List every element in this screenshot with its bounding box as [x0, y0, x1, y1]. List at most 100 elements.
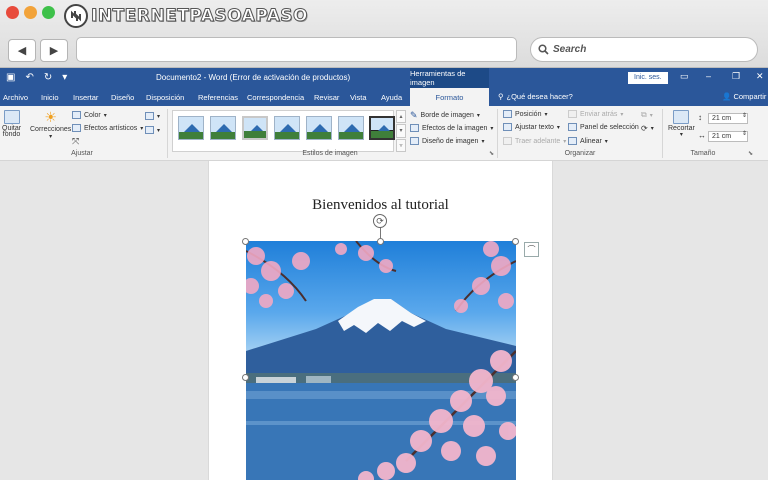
minimize-window-button[interactable]	[24, 6, 37, 19]
change-picture-icon	[145, 112, 154, 120]
tell-me-box[interactable]: ⚲ ¿Qué desea hacer?	[498, 92, 573, 101]
maximize-window-button[interactable]	[42, 6, 55, 19]
remove-background-button[interactable]: Quitar fondo	[2, 110, 21, 138]
selected-picture[interactable]	[246, 241, 516, 480]
tab-formato[interactable]: Formato	[410, 88, 489, 106]
chevron-down-icon: ▾	[563, 138, 567, 145]
picture-style-thumb[interactable]	[274, 116, 300, 140]
site-logo: INTERNETPASOAPASO	[64, 3, 308, 29]
back-arrow-icon: ◀	[17, 45, 27, 57]
save-icon[interactable]: ▣	[6, 72, 15, 83]
close-window-button[interactable]	[6, 6, 19, 19]
ribbon-tabs: Archivo Inicio Insertar Diseño Disposici…	[0, 88, 768, 106]
spinner-icon[interactable]: ⇕	[742, 112, 747, 119]
picture-style-thumb[interactable]	[338, 116, 364, 140]
close-icon[interactable]: ✕	[756, 71, 764, 82]
wrap-text-button[interactable]: Ajustar texto ▾	[503, 123, 560, 131]
tab-vista[interactable]: Vista	[350, 93, 367, 102]
customize-qat-icon[interactable]: ▾	[62, 72, 67, 83]
tell-me-label: ¿Qué desea hacer?	[506, 92, 573, 101]
gallery-more-icon[interactable]: ▿	[396, 138, 406, 152]
selection-pane-button[interactable]: Panel de selección	[568, 123, 639, 131]
gallery-scroll: ▴ ▾ ▿	[396, 110, 406, 152]
minimize-icon[interactable]: –	[706, 71, 711, 81]
context-tab-group: Herramientas de imagen	[410, 68, 489, 88]
group-objects-icon: ⧉	[641, 110, 647, 119]
send-backward-button[interactable]: Enviar atrás ▾	[568, 110, 623, 118]
chevron-down-icon: ▾	[103, 112, 107, 119]
tab-ayuda[interactable]: Ayuda	[381, 93, 402, 102]
tab-correspondencia[interactable]: Correspondencia	[247, 93, 304, 102]
tab-inicio[interactable]: Inicio	[41, 93, 59, 102]
position-button[interactable]: Posición ▾	[503, 110, 547, 118]
picture-style-thumb[interactable]	[369, 116, 395, 140]
group-divider	[662, 109, 663, 158]
remove-background-icon	[3, 110, 20, 124]
brand-name: INTERNETPASOAPASO	[91, 6, 309, 27]
gallery-down-icon[interactable]: ▾	[396, 124, 406, 138]
resize-handle[interactable]	[377, 238, 384, 245]
forward-button[interactable]: ▶	[40, 39, 68, 62]
picture-styles-gallery	[172, 110, 395, 152]
compress-icon: ⤧	[72, 136, 80, 146]
tab-archivo[interactable]: Archivo	[3, 93, 28, 102]
spinner-icon[interactable]: ⇕	[742, 130, 747, 137]
picture-layout-button[interactable]: Diseño de imagen ▾	[410, 137, 484, 145]
layout-options-icon[interactable]: ⌒	[524, 242, 539, 257]
color-button[interactable]: Color ▾	[72, 111, 107, 119]
pen-icon: ✎	[410, 110, 418, 120]
tab-insertar[interactable]: Insertar	[73, 93, 98, 102]
resize-handle[interactable]	[242, 238, 249, 245]
share-label: Compartir	[733, 92, 767, 101]
change-picture-button[interactable]: ▾	[145, 112, 160, 120]
document-heading[interactable]: Bienvenidos al tutorial	[209, 197, 552, 214]
picture-effects-button[interactable]: Efectos de la imagen ▾	[410, 124, 493, 132]
resize-handle[interactable]	[512, 374, 519, 381]
sun-icon: ☀	[44, 109, 57, 125]
back-button[interactable]: ◀	[8, 39, 36, 62]
picture-style-thumb[interactable]	[178, 116, 204, 140]
resize-handle[interactable]	[242, 374, 249, 381]
logo-icon	[64, 4, 88, 28]
share-button[interactable]: 👤 Compartir	[722, 92, 766, 101]
dialog-launcher-icon[interactable]: ⬊	[489, 150, 494, 157]
resize-handle[interactable]	[512, 238, 519, 245]
search-input[interactable]: Search	[530, 37, 758, 62]
compress-pictures-button[interactable]: ⤧	[72, 136, 79, 147]
forward-arrow-icon: ▶	[49, 45, 59, 57]
sign-in-button[interactable]: Inic. ses.	[628, 72, 668, 84]
picture-style-thumb[interactable]	[242, 116, 268, 140]
bring-forward-icon	[503, 137, 512, 145]
bring-forward-button[interactable]: Traer adelante ▾	[503, 137, 566, 145]
tab-disposicion[interactable]: Disposición	[146, 93, 184, 102]
browser-chrome: INTERNETPASOAPASO ◀ ▶ Search	[0, 0, 768, 68]
crop-button[interactable]: Recortar ▾	[668, 110, 695, 138]
chevron-down-icon: ▾	[490, 125, 494, 132]
tab-referencias[interactable]: Referencias	[198, 93, 238, 102]
ribbon-display-icon[interactable]: ▭	[680, 71, 689, 82]
gallery-up-icon[interactable]: ▴	[396, 110, 406, 124]
reset-picture-button[interactable]: ▾	[145, 126, 160, 134]
rotate-button[interactable]: ⟳ ▾	[641, 124, 654, 133]
width-icon: ↔	[698, 131, 706, 140]
address-bar[interactable]	[76, 37, 517, 62]
restore-icon[interactable]: ❐	[732, 71, 740, 82]
corrections-button[interactable]: ☀ Correcciones ▾	[30, 110, 71, 140]
picture-style-thumb[interactable]	[210, 116, 236, 140]
align-label: Alinear	[580, 137, 602, 145]
tab-diseno[interactable]: Diseño	[111, 93, 134, 102]
word-title-bar: ▣ ↶ ↻ ▾ Documento2 - Word (Error de acti…	[0, 68, 768, 88]
dialog-launcher-icon[interactable]: ⬊	[748, 150, 753, 157]
tab-revisar[interactable]: Revisar	[314, 93, 339, 102]
send-backward-icon	[568, 110, 577, 118]
quick-access-toolbar: ▣ ↶ ↻ ▾	[6, 72, 67, 83]
picture-style-thumb[interactable]	[306, 116, 332, 140]
picture-border-button[interactable]: ✎ Borde de imagen ▾	[410, 110, 480, 121]
group-objects-button[interactable]: ⧉ ▾	[641, 110, 653, 120]
ajustar-group-label: Ajustar	[71, 150, 93, 157]
rotate-handle-icon[interactable]: ⟳	[373, 214, 387, 228]
undo-icon[interactable]: ↶	[25, 72, 33, 83]
align-button[interactable]: Alinear ▾	[568, 137, 608, 145]
artistic-effects-button[interactable]: Efectos artísticos ▾	[72, 124, 143, 132]
redo-icon[interactable]: ↻	[44, 72, 52, 83]
